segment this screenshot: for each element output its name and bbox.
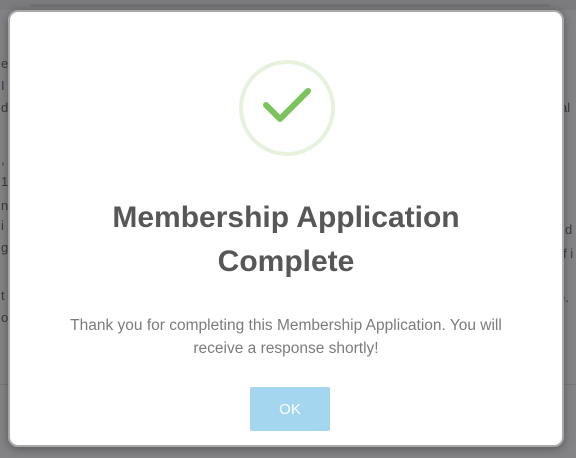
ok-button[interactable]: OK bbox=[250, 387, 330, 431]
checkmark-icon bbox=[263, 88, 311, 122]
dialog-message-line: receive a response shortly! bbox=[193, 340, 379, 357]
dialog-title-line: Membership Application bbox=[112, 201, 460, 234]
dialog-title-line: Complete bbox=[217, 245, 355, 278]
dialog-title: Membership Application Complete bbox=[10, 196, 562, 284]
dialog-message: Thank you for completing this Membership… bbox=[28, 314, 544, 360]
dialog-message-line: Thank you for completing this Membership… bbox=[70, 317, 502, 334]
success-dialog: Membership Application Complete Thank yo… bbox=[8, 10, 564, 447]
success-icon-ring bbox=[239, 60, 335, 156]
